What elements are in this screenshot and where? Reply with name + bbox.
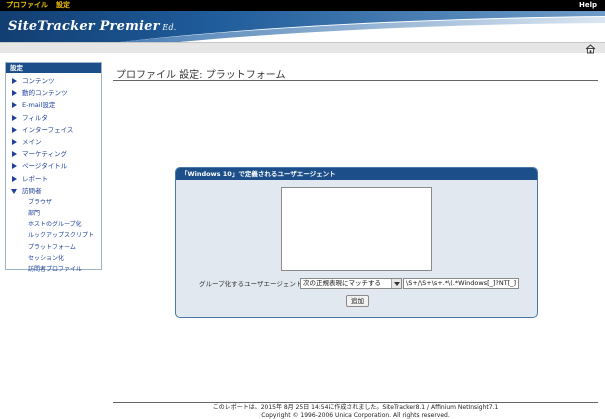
page-title: プロファイル 設定: プラットフォーム <box>116 66 285 81</box>
user-agent-listbox[interactable] <box>281 187 432 271</box>
expand-arrow-icon <box>12 163 17 170</box>
match-type-select[interactable]: 次の正規表現にマッチする <box>300 278 402 289</box>
sidebar-subitem-platform[interactable]: プラットフォーム <box>6 242 101 253</box>
sidebar-subitem-lookup-script[interactable]: ルックアップスクリプト <box>6 230 101 241</box>
user-agent-panel: 「Windows 10」で定義されるユーザエージェント グループ化するユーザエー… <box>175 167 538 318</box>
toolbar-band <box>0 42 605 53</box>
sidebar-item-report[interactable]: レポート <box>6 173 101 185</box>
sidebar-item-marketing[interactable]: マーケティング <box>6 148 101 160</box>
sidebar-item-label: インターフェイス <box>22 125 74 134</box>
sidebar-item-content[interactable]: コンテンツ <box>6 75 101 87</box>
footer-generated-line: このレポートは、2015年 8月 25日 14:54に作成されました。SiteT… <box>212 404 499 411</box>
expand-arrow-icon <box>12 78 17 84</box>
menu-help[interactable]: Help <box>579 1 597 10</box>
brand-edition: Ed. <box>159 23 177 32</box>
expand-arrow-icon <box>12 138 17 145</box>
expand-arrow-icon <box>12 175 17 182</box>
brand-logo: SiteTracker Premier Ed. <box>8 19 177 34</box>
sidebar-item-label: マーケティング <box>22 150 67 159</box>
sidebar-item-filter[interactable]: フィルタ <box>6 112 101 124</box>
top-menu-bar: プロファイル 設定 Help <box>0 0 605 11</box>
sidebar-subitem-department[interactable]: 部門 <box>6 208 101 219</box>
sidebar-item-label: ページタイトル <box>22 162 68 171</box>
add-button[interactable]: 追加 <box>346 295 369 307</box>
expand-arrow-icon <box>12 114 17 121</box>
brand-name: SiteTracker Premier <box>8 19 160 34</box>
sidebar-item-email-settings[interactable]: E-mail設定 <box>6 99 101 111</box>
sidebar-item-page-title[interactable]: ページタイトル <box>6 160 101 172</box>
settings-sidebar: 設定 コンテンツ 動的コンテンツ E-mail設定 フィルタ インターフェイス … <box>5 62 102 273</box>
footer-copyright: Copyright © 1996-2006 Unica Corporation.… <box>261 411 450 419</box>
app-banner: SiteTracker Premier Ed. <box>0 11 605 42</box>
sidebar-item-label: 動的コンテンツ <box>22 89 68 98</box>
sidebar-item-label: コンテンツ <box>22 77 55 85</box>
title-divider <box>113 80 598 81</box>
sidebar-item-interface[interactable]: インターフェイス <box>6 124 101 136</box>
expand-arrow-icon <box>12 151 17 158</box>
menu-settings[interactable]: 設定 <box>56 1 70 10</box>
chevron-down-icon <box>391 279 401 288</box>
sidebar-item-label: フィルタ <box>22 113 48 122</box>
sidebar-item-dynamic-content[interactable]: 動的コンテンツ <box>6 87 101 99</box>
panel-header: 「Windows 10」で定義されるユーザエージェント <box>176 168 537 180</box>
sidebar-item-main[interactable]: メイン <box>6 136 101 148</box>
sidebar-item-label: レポート <box>22 174 48 183</box>
collapse-arrow-icon <box>11 188 17 194</box>
footer: このレポートは、2015年 8月 25日 14:54に作成されました。SiteT… <box>113 404 598 419</box>
menu-profile[interactable]: プロファイル <box>6 1 48 10</box>
group-user-agent-label: グループ化するユーザエージェント <box>199 280 303 288</box>
regex-input[interactable]: \S+/\S+\s+.*\(.*Windows[_]?NT[_] <box>403 278 519 289</box>
sidebar-subitem-sessionization[interactable]: セッション化 <box>6 253 101 264</box>
sidebar-subitem-visitor-profile[interactable]: 訪問者プロファイル <box>6 264 101 275</box>
expand-arrow-icon <box>12 90 17 97</box>
match-type-value: 次の正規表現にマッチする <box>303 279 381 287</box>
sidebar-subitem-host-grouping[interactable]: ホストのグループ化 <box>6 219 101 230</box>
sidebar-item-label: メイン <box>22 137 42 146</box>
footer-divider <box>113 402 598 403</box>
home-icon[interactable] <box>585 44 596 54</box>
sidebar-item-label: 訪問者 <box>22 186 42 195</box>
sidebar-item-label: E-mail設定 <box>22 101 56 110</box>
expand-arrow-icon <box>12 102 17 109</box>
sidebar-item-visitor[interactable]: 訪問者 <box>6 185 101 197</box>
expand-arrow-icon <box>12 126 17 133</box>
sidebar-header: 設定 <box>6 63 101 73</box>
sidebar-subitem-browser[interactable]: ブラウザ <box>6 197 101 208</box>
